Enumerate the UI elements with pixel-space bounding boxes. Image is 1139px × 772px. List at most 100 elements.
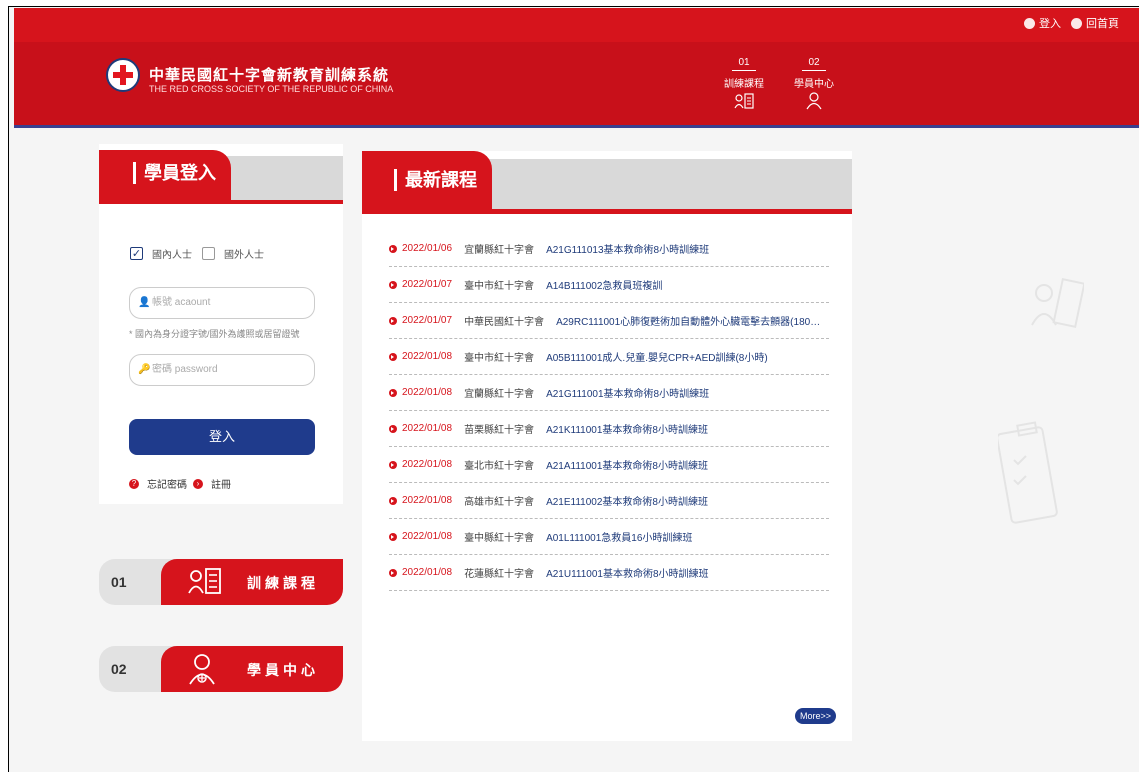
bullet-icon: [389, 568, 397, 577]
user-icon: 👤: [138, 297, 151, 308]
list-item[interactable]: 2022/01/08 臺北市紅十字會 A21A111001基本救命術8小時訓練班: [389, 447, 829, 483]
account-placeholder: 帳號 acaount: [152, 297, 211, 308]
red-cross-logo[interactable]: [106, 58, 140, 92]
top-login-link[interactable]: 登入: [1039, 15, 1061, 31]
course-org: 中華民國紅十字會: [464, 317, 545, 328]
more-button[interactable]: More>>: [794, 708, 836, 724]
course-org: 臺中縣紅十字會: [464, 533, 535, 544]
nav-num: 02: [802, 57, 826, 71]
list-item[interactable]: 2022/01/07 臺中市紅十字會 A14B111002急救員班複訓: [389, 267, 829, 303]
forgot-password-link[interactable]: 忘記密碼: [147, 476, 187, 491]
list-item[interactable]: 2022/01/06 宜蘭縣紅十字會 A21G111013基本救命術8小時訓練班: [389, 231, 829, 267]
bullet-icon: [389, 352, 397, 361]
bullet-icon: [389, 496, 397, 505]
list-item[interactable]: 2022/01/08 苗栗縣紅十字會 A21K111001基本救命術8小時訓練班: [389, 411, 829, 447]
course-org: 臺中市紅十字會: [464, 353, 535, 364]
bullet-icon: [389, 280, 397, 289]
list-item[interactable]: 2022/01/07 中華民國紅十字會 A29RC111001心肺復甦術加自動體外心…: [389, 303, 829, 339]
nav-num: 01: [732, 57, 756, 71]
foreign-label: 國外人士: [224, 250, 264, 261]
nav-label: 訓練課程: [724, 79, 764, 90]
course-name: A14B111002急救員班複訓: [546, 281, 663, 292]
course-org: 高雄市紅十字會: [464, 497, 535, 508]
bullet-icon: [389, 460, 397, 469]
top-home-link[interactable]: 回首頁: [1086, 15, 1119, 31]
course-date: 2022/01/08: [402, 459, 453, 470]
question-icon: ?: [129, 478, 139, 489]
top-links: 登入 回首頁: [1024, 15, 1125, 31]
login-panel: 學員登入 ✓ 國內人士 國外人士 👤 帳號 acaount * 國內為身分證字號…: [99, 144, 343, 504]
course-date: 2022/01/08: [402, 531, 453, 542]
home-dot-icon: [1071, 17, 1082, 29]
site-subtitle: THE RED CROSS SOCIETY OF THE REPUBLIC OF…: [149, 84, 394, 94]
help-links: ? 忘記密碼 › 註冊: [129, 476, 231, 491]
course-date: 2022/01/08: [402, 495, 453, 506]
nav-item-member[interactable]: 02 學員中心: [790, 52, 838, 115]
course-name: A01L111001急救員16小時訓練班: [546, 533, 693, 544]
member-shortcut-button[interactable]: 02 學員中心: [99, 646, 343, 692]
domestic-label: 國內人士: [152, 250, 192, 261]
course-name: A21K111001基本救命術8小時訓練班: [546, 425, 708, 436]
course-list: 2022/01/06 宜蘭縣紅十字會 A21G111013基本救命術8小時訓練班 2…: [389, 231, 829, 591]
course-name: A21E111002基本救命術8小時訓練班: [546, 497, 708, 508]
password-placeholder: 密碼 password: [152, 364, 218, 375]
course-date: 2022/01/08: [402, 423, 453, 434]
list-item[interactable]: 2022/01/08 臺中縣紅十字會 A01L111001急救員16小時訓練班: [389, 519, 829, 555]
course-icon: [734, 93, 754, 109]
bullet-icon: [389, 424, 397, 433]
latest-courses-panel: 最新課程 2022/01/06 宜蘭縣紅十字會 A21G111013基本救命術8小時…: [362, 151, 852, 741]
course-name: A21G111001基本救命術8小時訓練班: [546, 389, 710, 400]
login-button[interactable]: 登入: [129, 419, 315, 455]
member-icon: [189, 654, 215, 685]
course-org: 宜蘭縣紅十字會: [464, 389, 535, 400]
nav-label: 學員中心: [794, 79, 834, 90]
course-date: 2022/01/08: [402, 387, 453, 398]
password-field[interactable]: 🔑 密碼 password: [129, 354, 315, 386]
list-item[interactable]: 2022/01/08 花蓮縣紅十字會 A21U111001基本救命術8小時訓練班: [389, 555, 829, 591]
account-field[interactable]: 👤 帳號 acaount: [129, 287, 315, 319]
tab-underline: [99, 200, 343, 204]
course-icon: [188, 568, 221, 594]
nav-item-courses[interactable]: 01 訓練課程: [720, 52, 768, 115]
news-tab-header: 最新課程: [362, 151, 852, 217]
clipboard-watermark-icon: [998, 421, 1058, 524]
course-date: 2022/01/06: [402, 243, 453, 254]
tab-underline: [362, 209, 852, 214]
site-header: 中華民國紅十字會新教育訓練系統 THE RED CROSS SOCIETY OF…: [14, 42, 1139, 128]
foreign-checkbox[interactable]: [202, 247, 215, 260]
course-date: 2022/01/08: [402, 351, 453, 362]
course-watermark-icon: [1031, 278, 1084, 328]
course-org: 臺中市紅十字會: [464, 281, 535, 292]
login-title: 學員登入: [133, 162, 216, 184]
arrow-icon: ›: [193, 478, 203, 489]
course-name: A05B111001成人.兒童.嬰兒CPR+AED訓練(8小時): [546, 353, 768, 364]
list-item[interactable]: 2022/01/08 高雄市紅十字會 A21E111002基本救命術8小時訓練班: [389, 483, 829, 519]
course-org: 宜蘭縣紅十字會: [464, 245, 535, 256]
course-name: A21U111001基本救命術8小時訓練班: [546, 569, 709, 580]
register-link[interactable]: 註冊: [211, 476, 231, 491]
course-date: 2022/01/07: [402, 279, 453, 290]
course-org: 臺北市紅十字會: [464, 461, 535, 472]
course-org: 花蓮縣紅十字會: [464, 569, 535, 580]
course-name: A21G111013基本救命術8小時訓練班: [546, 245, 710, 256]
shortcut-label: 訓練課程: [247, 575, 319, 591]
bullet-icon: [389, 316, 397, 325]
course-date: 2022/01/08: [402, 567, 453, 578]
login-dot-icon: [1024, 17, 1035, 29]
course-name: A21A111001基本救命術8小時訓練班: [546, 461, 708, 472]
login-tab-header: 學員登入: [99, 144, 343, 210]
bullet-icon: [389, 388, 397, 397]
bullet-icon: [389, 244, 397, 253]
identity-options: ✓ 國內人士 國外人士: [130, 246, 264, 261]
list-item[interactable]: 2022/01/08 宜蘭縣紅十字會 A21G111001基本救命術8小時訓練班: [389, 375, 829, 411]
site-title: 中華民國紅十字會新教育訓練系統: [149, 67, 390, 84]
course-name: A29RC111001心肺復甦術加自動體外心臟電擊去顫器(180分鐘)...: [556, 317, 829, 328]
member-icon: [806, 92, 822, 110]
shortcut-label: 學員中心: [247, 662, 319, 678]
domestic-checkbox[interactable]: ✓: [130, 247, 143, 260]
course-org: 苗栗縣紅十字會: [464, 425, 535, 436]
top-bar: 登入 回首頁: [14, 8, 1139, 42]
list-item[interactable]: 2022/01/08 臺中市紅十字會 A05B111001成人.兒童.嬰兒CPR+A…: [389, 339, 829, 375]
account-hint: * 國內為身分證字號/國外為護照或居留證號: [129, 329, 300, 339]
course-shortcut-button[interactable]: 01 訓練課程: [99, 559, 343, 605]
